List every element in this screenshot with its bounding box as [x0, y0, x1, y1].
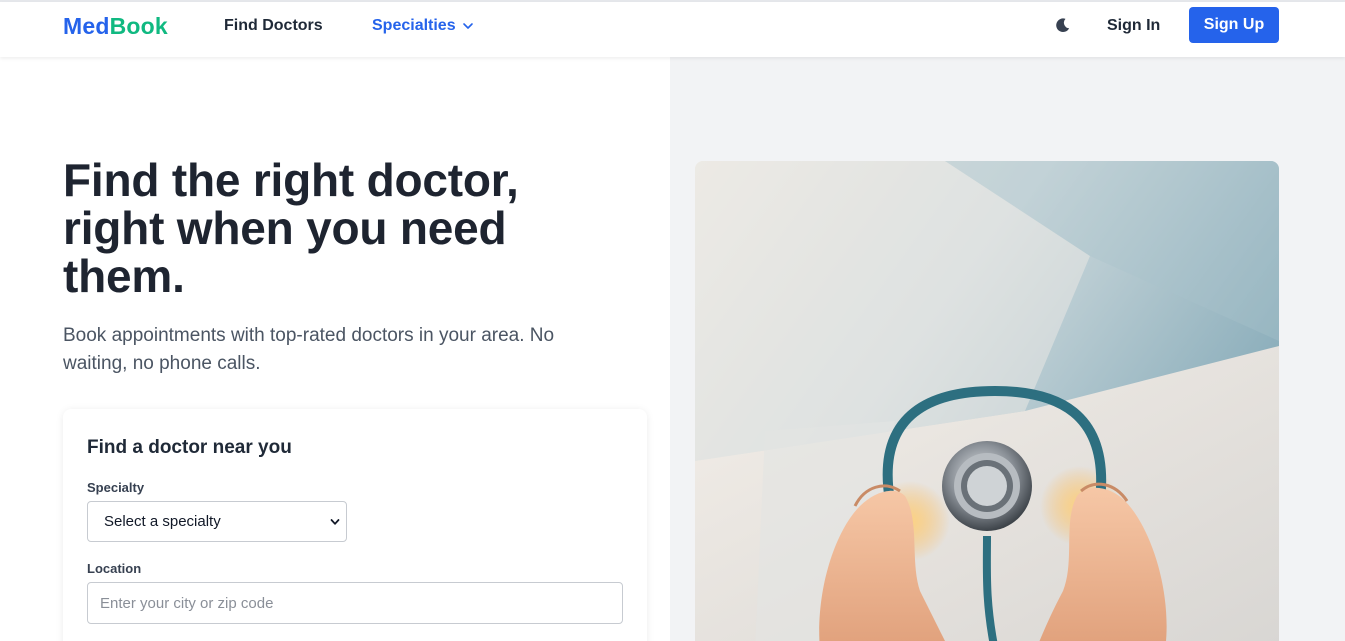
hero-image-stethoscope [695, 161, 1279, 641]
nav-specialties-label: Specialties [372, 17, 456, 34]
search-card: Find a doctor near you Specialty Select … [63, 409, 647, 641]
site-header: MedBook Find Doctors Specialties Sign In… [0, 2, 1345, 57]
specialty-selected-value: Select a specialty [104, 513, 221, 530]
location-input[interactable] [87, 582, 623, 624]
logo[interactable]: MedBook [63, 13, 168, 40]
search-card-title: Find a doctor near you [87, 437, 292, 458]
nav-find-doctors[interactable]: Find Doctors [224, 17, 323, 35]
sign-up-button[interactable]: Sign Up [1189, 7, 1279, 43]
chevron-down-icon [330, 519, 340, 525]
moon-icon[interactable] [1054, 17, 1071, 34]
hero-subtitle: Book appointments with top-rated doctors… [63, 325, 555, 374]
sign-in-link[interactable]: Sign In [1107, 17, 1160, 35]
chevron-down-icon [462, 23, 473, 29]
logo-med: Med [63, 13, 110, 39]
specialty-label: Specialty [87, 480, 145, 495]
nav-specialties[interactable]: Specialties [372, 17, 474, 35]
specialty-select[interactable]: Select a specialty [87, 501, 347, 542]
logo-book: Book [109, 13, 168, 39]
location-label: Location [87, 561, 142, 576]
hero-title: Find the right doctor, right when you ne… [63, 154, 519, 302]
